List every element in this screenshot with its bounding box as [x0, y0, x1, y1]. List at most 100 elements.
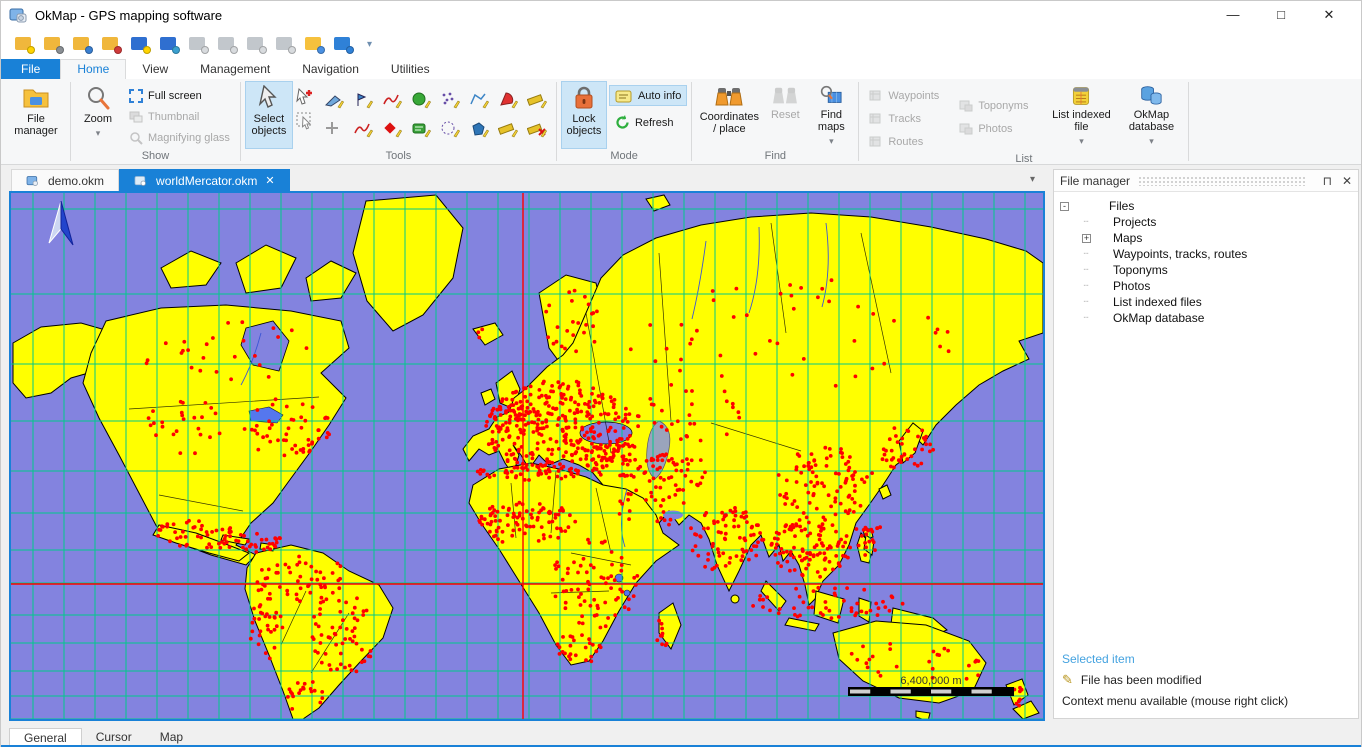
- coordinates-place-button[interactable]: Coordinates / place: [696, 81, 762, 149]
- title-bar: OkMap - GPS mapping software — □ ✕: [1, 1, 1361, 29]
- expander-plus-icon[interactable]: +: [1082, 234, 1091, 243]
- draw-vertex-tool-icon[interactable]: [379, 116, 405, 142]
- file-manager-button[interactable]: File manager: [6, 81, 66, 149]
- list-toponyms-button: Toponyms: [953, 95, 1034, 116]
- grid-tool-disabled-icon[interactable]: [216, 34, 238, 54]
- file-manager-label: File manager: [10, 113, 62, 137]
- lock-objects-button[interactable]: Lock objects: [561, 81, 607, 149]
- qat-overflow-caret-icon[interactable]: ▾: [367, 39, 372, 50]
- settings-gear-icon[interactable]: [332, 34, 354, 54]
- pin-icon[interactable]: ⊓: [1323, 174, 1332, 188]
- full-screen-label: Full screen: [148, 90, 202, 102]
- draw-polygon-tool-icon[interactable]: [466, 116, 492, 142]
- draw-points-tool-icon[interactable]: [437, 87, 463, 113]
- draw-sector-tool-icon[interactable]: [495, 87, 521, 113]
- measure-area-tool-icon[interactable]: [495, 116, 521, 142]
- photos-label: Photos: [978, 123, 1012, 135]
- zoom-button[interactable]: Zoom ▾: [75, 81, 121, 149]
- doc-tab-worldmercator-label: worldMercator.okm: [156, 174, 257, 188]
- tab-management[interactable]: Management: [184, 60, 286, 79]
- maximize-button[interactable]: □: [1271, 7, 1291, 23]
- draw-polyline-tool-icon[interactable]: [466, 87, 492, 113]
- database-icon: [1136, 85, 1166, 107]
- doc-tab-close-icon[interactable]: ✕: [265, 174, 274, 187]
- list-indexed-caret-icon: ▾: [1079, 135, 1084, 147]
- status-tab-cursor[interactable]: Cursor: [82, 728, 146, 745]
- open-project-icon[interactable]: [13, 34, 35, 54]
- open-track-icon[interactable]: [100, 34, 122, 54]
- reset-binoculars-icon: [772, 85, 798, 107]
- draw-waypoint-tool-icon[interactable]: [350, 87, 376, 113]
- world-mercator-map[interactable]: 6,400,000 m: [11, 193, 1043, 719]
- okmap-database-button[interactable]: OkMap database ▾: [1118, 81, 1184, 149]
- expander-minus-icon[interactable]: -: [1060, 202, 1069, 211]
- tab-view[interactable]: View: [126, 60, 184, 79]
- tab-list-caret-icon[interactable]: ▾: [1030, 174, 1035, 185]
- full-screen-button[interactable]: Full screen: [123, 85, 236, 106]
- refresh-button[interactable]: Refresh: [609, 112, 687, 133]
- waypoints-list-icon: [869, 90, 883, 102]
- select-objects-button[interactable]: Select objects: [245, 81, 293, 149]
- draw-track-tool-icon[interactable]: [350, 116, 376, 142]
- tree-connector: ┄: [1082, 314, 1091, 323]
- ribbon: File manager Zoom ▾: [1, 79, 1361, 165]
- tree-item-waypoints-tracks-routes[interactable]: ┄Waypoints, tracks, routes: [1060, 246, 1358, 262]
- find-maps-button[interactable]: Find maps ▾: [808, 81, 854, 149]
- tab-utilities[interactable]: Utilities: [375, 60, 446, 79]
- tree-item-maps[interactable]: +Maps: [1060, 230, 1358, 246]
- auto-info-label: Auto info: [638, 90, 681, 102]
- refresh-label: Refresh: [635, 117, 674, 129]
- rubber-band-select-icon[interactable]: [295, 111, 315, 131]
- list-tracks-button: Tracks: [863, 108, 945, 129]
- open-file-icon[interactable]: [42, 34, 64, 54]
- delete-measure-tool-icon[interactable]: [524, 116, 550, 142]
- select-cursor-icon: [258, 85, 280, 111]
- doc-tab-worldmercator[interactable]: worldMercator.okm ✕: [119, 169, 290, 191]
- quick-access-toolbar: ▾: [1, 29, 1361, 59]
- doc-icon: [26, 175, 40, 187]
- panel-drag-hatch[interactable]: [1138, 176, 1305, 186]
- tree-item-projects[interactable]: ┄Projects: [1060, 214, 1358, 230]
- tab-home[interactable]: Home: [60, 59, 126, 79]
- doc-tab-demo[interactable]: demo.okm: [11, 169, 119, 191]
- save-disabled-icon[interactable]: [187, 34, 209, 54]
- auto-info-button[interactable]: Auto info: [609, 85, 687, 106]
- folder-icon[interactable]: [303, 34, 325, 54]
- move-point-tool-icon[interactable]: [321, 116, 347, 142]
- save-web-map-icon[interactable]: [158, 34, 180, 54]
- tree-item-label: Toponyms: [1113, 263, 1168, 277]
- panel-close-icon[interactable]: ✕: [1342, 174, 1352, 188]
- eraser-tool-icon[interactable]: [321, 87, 347, 113]
- tree-item-toponyms[interactable]: ┄Toponyms: [1060, 262, 1358, 278]
- file-tree: - Files ┄Projects+Maps┄Waypoints, tracks…: [1054, 192, 1358, 326]
- draw-note-tool-icon[interactable]: [408, 116, 434, 142]
- minimize-button[interactable]: —: [1223, 7, 1243, 23]
- panel-header: File manager ⊓ ✕: [1054, 170, 1358, 192]
- tree-item-list-indexed-files[interactable]: ┄List indexed files: [1060, 294, 1358, 310]
- group-show: Zoom ▾ Full screen Thumbnail: [72, 80, 239, 163]
- grid-tool-disabled-icon-3[interactable]: [274, 34, 296, 54]
- map-viewport[interactable]: 6,400,000 m: [9, 191, 1045, 721]
- indexed-file-icon: [1068, 85, 1094, 107]
- draw-route-tool-icon[interactable]: [379, 87, 405, 113]
- tab-file[interactable]: File: [1, 59, 60, 79]
- draw-area-tool-icon[interactable]: [408, 87, 434, 113]
- save-project-icon[interactable]: [129, 34, 151, 54]
- status-tab-map[interactable]: Map: [146, 728, 197, 745]
- close-button[interactable]: ✕: [1319, 7, 1339, 23]
- tree-item-photos[interactable]: ┄Photos: [1060, 278, 1358, 294]
- tree-connector: ┄: [1082, 298, 1091, 307]
- measure-distance-tool-icon[interactable]: [524, 87, 550, 113]
- list-indexed-file-button[interactable]: List indexed file ▾: [1046, 81, 1116, 149]
- draw-circle-tool-icon[interactable]: [437, 116, 463, 142]
- add-selection-cursor-icon[interactable]: [295, 87, 315, 107]
- tree-item-okmap-database[interactable]: ┄OkMap database: [1060, 310, 1358, 326]
- tab-navigation[interactable]: Navigation: [286, 60, 375, 79]
- list-waypoints-button: Waypoints: [863, 85, 945, 106]
- tree-connector: ┄: [1082, 250, 1091, 259]
- tree-item-files[interactable]: - Files: [1060, 198, 1358, 214]
- find-maps-caret-icon: ▾: [829, 135, 834, 147]
- status-tab-general[interactable]: General: [9, 728, 82, 745]
- grid-tool-disabled-icon-2[interactable]: [245, 34, 267, 54]
- open-web-map-icon[interactable]: [71, 34, 93, 54]
